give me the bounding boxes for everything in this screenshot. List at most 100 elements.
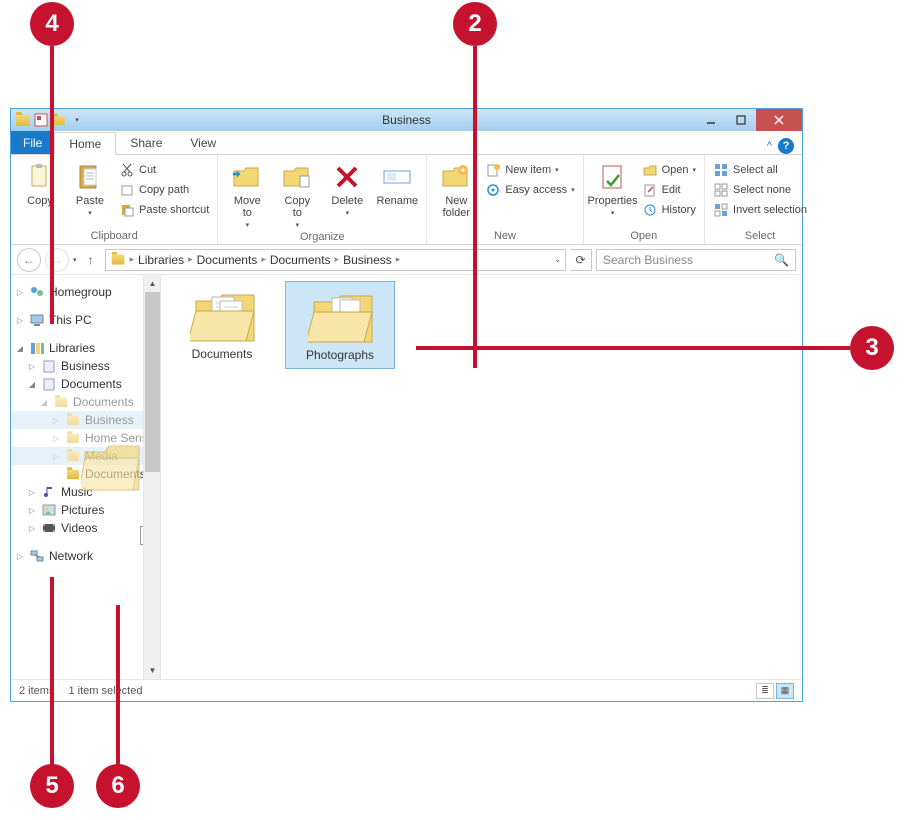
tree-business-lib[interactable]: ▷Business [11, 357, 160, 375]
paste-button[interactable]: Paste ▾ [67, 159, 113, 217]
ribbon-tabs: File Home Share View ^ ? [11, 131, 802, 155]
refresh-button[interactable]: ⟳ [570, 249, 592, 271]
maximize-button[interactable] [726, 109, 756, 131]
tree-network[interactable]: ▷Network [11, 547, 160, 565]
tree-documents-lib[interactable]: ◢Documents [11, 375, 160, 393]
new-item-icon [485, 162, 501, 178]
group-label-new: New [433, 228, 576, 244]
paste-shortcut-button[interactable]: Paste shortcut [117, 201, 211, 219]
item-label: Photographs [306, 348, 374, 362]
cut-button[interactable]: Cut [117, 161, 211, 179]
tree-libraries[interactable]: ◢Libraries [11, 339, 160, 357]
tab-home[interactable]: Home [54, 132, 116, 155]
address-folder-icon [110, 252, 126, 268]
ribbon-collapse-icon[interactable]: ^ [767, 140, 772, 152]
tree-pictures[interactable]: ▷Pictures [11, 501, 160, 519]
qat-dropdown-icon[interactable]: ▾ [69, 112, 85, 128]
callout-line-5 [50, 577, 54, 765]
recent-locations-dropdown[interactable]: ▾ [73, 256, 77, 264]
homegroup-icon [29, 284, 45, 300]
delete-button[interactable]: Delete▾ [324, 159, 370, 217]
group-label-select: Select [711, 228, 809, 244]
edit-icon [642, 182, 658, 198]
tab-view[interactable]: View [176, 131, 230, 154]
tree-documents-sub[interactable]: ◢Documents [11, 393, 160, 411]
ribbon: Copy Paste ▾ Cut Copy path Paste shortcu… [11, 155, 802, 245]
group-label-organize: Organize [224, 229, 420, 245]
item-photographs[interactable]: Photographs [285, 281, 395, 369]
ribbon-group-select: Select all Select none Invert selection … [705, 155, 815, 244]
copy-to-button[interactable]: Copy to▾ [274, 159, 320, 229]
music-icon [41, 484, 57, 500]
qat-properties-icon[interactable] [33, 112, 49, 128]
close-button[interactable] [756, 109, 802, 131]
callout-6: 6 [96, 764, 140, 808]
copy-button[interactable]: Copy [17, 159, 63, 207]
paste-icon [74, 161, 106, 193]
folder-icon [53, 394, 69, 410]
crumb-libraries[interactable]: Libraries▸ [138, 253, 195, 267]
crumb-documents-2[interactable]: Documents▸ [270, 253, 341, 267]
item-documents[interactable]: Documents [167, 281, 277, 367]
search-box[interactable]: Search Business 🔍 [596, 249, 796, 271]
copy-to-icon [281, 161, 313, 193]
scroll-down-icon[interactable]: ▼ [144, 662, 161, 679]
folder-icon [65, 448, 81, 464]
folder-icon [65, 412, 81, 428]
tree-homegroup[interactable]: ▷Homegroup [11, 283, 160, 301]
edit-button[interactable]: Edit [640, 181, 698, 199]
scroll-thumb[interactable] [145, 292, 160, 472]
tab-share[interactable]: Share [116, 131, 176, 154]
minimize-button[interactable] [696, 109, 726, 131]
copy-path-button[interactable]: Copy path [117, 181, 211, 199]
select-all-icon [713, 162, 729, 178]
scroll-up-icon[interactable]: ▲ [144, 275, 161, 292]
invert-selection-button[interactable]: Invert selection [711, 201, 809, 219]
invert-selection-icon [713, 202, 729, 218]
callout-2: 2 [453, 2, 497, 46]
easy-access-button[interactable]: Easy access▾ [483, 181, 576, 199]
address-bar[interactable]: ▸ Libraries▸ Documents▸ Documents▸ Busin… [105, 249, 566, 271]
library-icon [41, 376, 57, 392]
svg-text:✦: ✦ [460, 166, 467, 175]
address-dropdown-icon[interactable]: ⌄ [554, 255, 561, 264]
folder-thumbnail-icon [308, 288, 372, 344]
details-view-button[interactable]: ≣ [756, 683, 774, 699]
back-button[interactable]: ← [17, 248, 41, 272]
nav-bar: ← → ▾ ↑ ▸ Libraries▸ Documents▸ Document… [11, 245, 802, 275]
folder-icon [65, 430, 81, 446]
move-to-button[interactable]: Move to▾ [224, 159, 270, 229]
select-all-button[interactable]: Select all [711, 161, 809, 179]
help-icon[interactable]: ? [778, 138, 794, 154]
tree-media[interactable]: ▷Media [11, 447, 160, 465]
forward-button[interactable]: → [45, 248, 69, 272]
content-area[interactable]: Documents Photographs [161, 275, 802, 679]
search-icon: 🔍 [774, 253, 789, 267]
crumb-documents[interactable]: Documents▸ [197, 253, 268, 267]
crumb-business[interactable]: Business▸ [343, 253, 402, 267]
tree-this-pc[interactable]: ▷This PC [11, 311, 160, 329]
open-button[interactable]: Open▾ [640, 161, 698, 179]
group-label-clipboard: Clipboard [17, 228, 211, 244]
rename-button[interactable]: Rename [374, 159, 420, 207]
nav-scrollbar[interactable]: ▲ ▼ [143, 275, 160, 679]
group-label-open: Open [590, 228, 698, 244]
history-icon [642, 202, 658, 218]
folder-thumbnail-icon [190, 287, 254, 343]
up-button[interactable]: ↑ [81, 253, 101, 267]
tree-documents-leaf[interactable]: Documents [11, 465, 160, 483]
new-item-button[interactable]: New item▾ [483, 161, 576, 179]
ribbon-group-open: Properties▾ Open▾ Edit History Open [584, 155, 705, 244]
properties-button[interactable]: Properties▾ [590, 159, 636, 217]
history-button[interactable]: History [640, 201, 698, 219]
callout-4: 4 [30, 2, 74, 46]
large-icons-view-button[interactable]: ▦ [776, 683, 794, 699]
tree-videos[interactable]: ▷Videos [11, 519, 160, 537]
tab-file[interactable]: File [11, 131, 54, 154]
status-bar: 2 items 1 item selected ≣ ▦ [11, 679, 802, 701]
select-none-button[interactable]: Select none [711, 181, 809, 199]
tree-home-sense[interactable]: ▷Home Sense [11, 429, 160, 447]
delete-icon [331, 161, 363, 193]
tree-music[interactable]: ▷Music [11, 483, 160, 501]
tree-business-sub[interactable]: ▷Business [11, 411, 160, 429]
